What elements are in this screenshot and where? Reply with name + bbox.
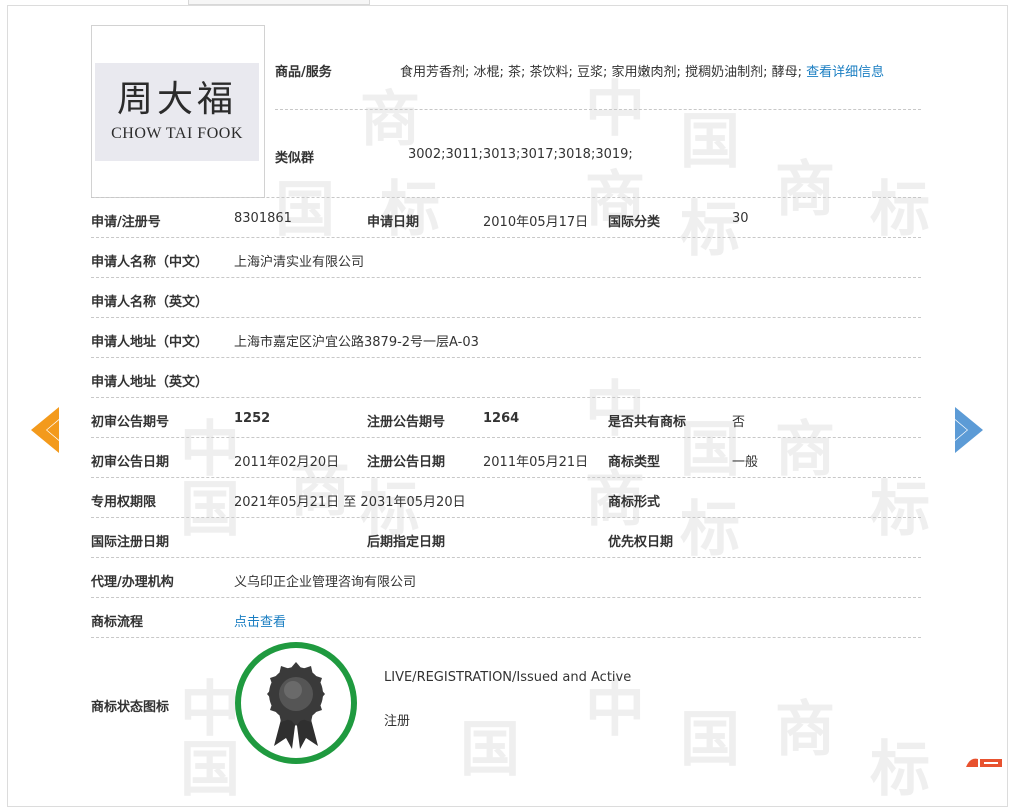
divider [91,237,921,238]
status-chinese: 注册 [384,714,411,729]
priority-date-label: 优先权日期 [608,535,674,550]
divider [91,197,921,198]
applicant-cn-label: 申请人名称（中文） [91,255,209,270]
reg-pub-date-value: 2011年05月21日 [483,455,589,470]
right-arrow-icon [955,407,983,453]
goods-detail-link[interactable]: 查看详细信息 [806,65,884,80]
left-arrow-icon [31,407,59,453]
divider [91,357,921,358]
status-english: LIVE/REGISTRATION/Issued and Active [384,670,632,685]
reg-pub-no-value: 1264 [483,411,520,426]
logo-english-text: CHOW TAI FOOK [111,125,243,142]
exclusive-value: 2021年05月21日 至 2031年05月20日 [234,495,466,510]
similar-group-label: 类似群 [275,151,315,166]
reg-no-value: 8301861 [234,211,292,226]
divider [91,597,921,598]
later-date-label: 后期指定日期 [367,535,446,550]
intl-class-label: 国际分类 [608,215,661,230]
tm-form-label: 商标形式 [608,495,661,510]
divider [91,317,921,318]
applicant-cn-value: 上海沪清实业有限公司 [234,255,365,270]
process-label: 商标流程 [91,615,144,630]
apply-date-value: 2010年05月17日 [483,215,589,230]
prev-record-arrow[interactable] [27,405,61,459]
corner-widget[interactable] [964,755,1014,767]
divider [91,557,921,558]
divider [91,517,921,518]
trademark-logo: 周大福 CHOW TAI FOOK [95,63,259,161]
next-record-arrow[interactable] [953,405,987,459]
award-ribbon-icon [267,662,325,749]
divider [91,437,921,438]
address-en-label: 申请人地址（英文） [91,375,209,390]
prelim-no-label: 初审公告期号 [91,415,170,430]
divider [91,397,921,398]
divider [91,637,921,638]
intl-class-value: 30 [732,211,749,226]
goods-label: 商品/服务 [275,65,332,80]
status-award-icon [235,642,357,764]
reg-no-label: 申请/注册号 [91,215,161,230]
goods-value: 食用芳香剂; 冰棍; 茶; 茶饮料; 豆浆; 家用嫩肉剂; 搅稠奶油制剂; 酵母… [400,61,884,80]
logo-chinese-text: 周大福 [116,79,237,120]
address-cn-value: 上海市嘉定区沪宜公路3879-2号一层A-03 [234,335,479,350]
reg-pub-no-label: 注册公告期号 [367,415,446,430]
corner-badge-icon [966,758,1002,767]
prelim-date-label: 初审公告日期 [91,455,170,470]
shared-label: 是否共有商标 [608,415,687,430]
similar-group-value: 3002;3011;3013;3017;3018;3019; [408,147,633,162]
applicant-en-label: 申请人名称（英文） [91,295,209,310]
trademark-image: 周大福 CHOW TAI FOOK [91,25,265,198]
divider [275,109,921,110]
goods-list: 食用芳香剂; 冰棍; 茶; 茶饮料; 豆浆; 家用嫩肉剂; 搅稠奶油制剂; 酵母… [400,65,802,80]
prelim-date-value: 2011年02月20日 [234,455,340,470]
divider [91,277,921,278]
divider [91,477,921,478]
status-label: 商标状态图标 [91,700,170,715]
agent-value: 义乌印正企业管理咨询有限公司 [234,575,417,590]
intl-reg-date-label: 国际注册日期 [91,535,170,550]
tm-type-label: 商标类型 [608,455,661,470]
reg-pub-date-label: 注册公告日期 [367,455,446,470]
agent-label: 代理/办理机构 [91,575,174,590]
prelim-no-value: 1252 [234,411,271,426]
apply-date-label: 申请日期 [367,215,420,230]
shared-value: 否 [732,415,746,430]
tm-type-value: 一般 [732,455,759,470]
exclusive-label: 专用权期限 [91,495,157,510]
process-link[interactable]: 点击查看 [234,611,286,630]
address-cn-label: 申请人地址（中文） [91,335,209,350]
